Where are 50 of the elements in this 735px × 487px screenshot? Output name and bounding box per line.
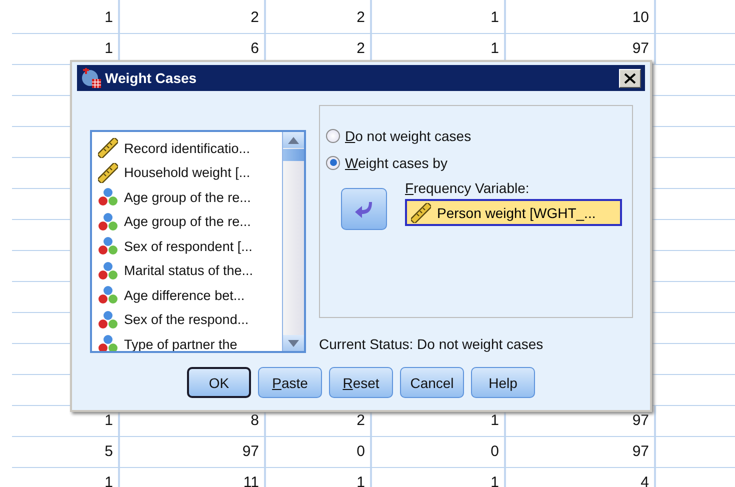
table-cell: 0 bbox=[266, 437, 372, 467]
table-cell: 1 bbox=[266, 468, 372, 487]
variable-item[interactable]: Age group of the re... bbox=[92, 185, 282, 210]
nominal-icon bbox=[98, 310, 118, 330]
table-cell: 1 bbox=[372, 468, 506, 487]
variable-item[interactable]: Marital status of the... bbox=[92, 258, 282, 283]
table-cell: 1 bbox=[12, 468, 120, 487]
table-cell: 11 bbox=[120, 468, 266, 487]
variable-item[interactable]: Household weight [... bbox=[92, 160, 282, 185]
dialog-button[interactable]: Help bbox=[471, 367, 535, 398]
radio-option[interactable]: Weight cases by bbox=[326, 149, 448, 176]
window-title: Weight Cases bbox=[105, 70, 198, 86]
nominal-icon bbox=[98, 187, 118, 208]
dialog-button[interactable]: Reset bbox=[329, 367, 393, 398]
table-cell: 1 bbox=[372, 0, 506, 33]
variable-item[interactable]: Record identificatio... bbox=[92, 136, 282, 160]
app-icon bbox=[81, 68, 101, 88]
variable-item[interactable]: Sex of respondent [... bbox=[92, 234, 282, 258]
field-label: Frequency Variable: bbox=[405, 180, 530, 196]
close-button[interactable] bbox=[619, 68, 641, 88]
down-arrow-icon bbox=[288, 340, 299, 346]
dialog-button[interactable]: OK bbox=[187, 367, 251, 398]
variable-item[interactable]: Age difference bet... bbox=[92, 283, 282, 308]
radio-option[interactable]: Do not weight cases bbox=[326, 122, 472, 149]
table-cell: 1 bbox=[12, 0, 120, 33]
scrollbar-thumb[interactable] bbox=[283, 149, 304, 161]
variable-item[interactable]: Sex of the respond... bbox=[92, 308, 282, 332]
table-cell: 0 bbox=[372, 437, 506, 467]
move-button[interactable] bbox=[341, 188, 387, 230]
table-cell: 5 bbox=[12, 437, 120, 467]
table-cell: 2 bbox=[266, 0, 372, 33]
variable-item[interactable]: Age group of the re... bbox=[92, 210, 282, 234]
table-cell: 10 bbox=[506, 0, 656, 33]
close-icon bbox=[624, 72, 636, 84]
nominal-icon bbox=[98, 260, 118, 281]
table-cell: 97 bbox=[120, 437, 266, 467]
scrollbar[interactable] bbox=[282, 132, 304, 351]
nominal-icon bbox=[98, 334, 118, 351]
frequency-field[interactable]: Person weight [WGHT_... bbox=[405, 199, 622, 226]
up-arrow-icon bbox=[288, 136, 299, 144]
status-text: Current Status: Do not weight cases bbox=[319, 336, 544, 352]
table-cell: 97 bbox=[506, 437, 656, 467]
nominal-icon bbox=[98, 236, 118, 256]
arrow-icon bbox=[354, 200, 374, 218]
dialog-button[interactable]: Cancel bbox=[400, 367, 464, 398]
nominal-icon bbox=[98, 212, 118, 232]
dialog-button[interactable]: Paste bbox=[258, 367, 322, 398]
table-cell: 2 bbox=[120, 0, 266, 33]
nominal-icon bbox=[98, 285, 118, 306]
table-cell: 4 bbox=[506, 468, 656, 487]
